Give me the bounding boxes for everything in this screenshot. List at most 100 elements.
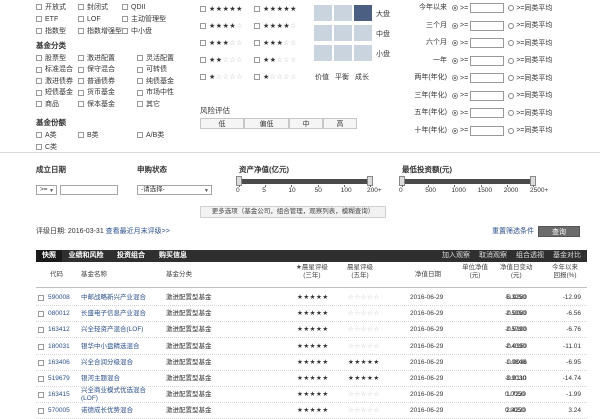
return-input[interactable] bbox=[470, 73, 505, 83]
category-option[interactable]: 保守混合 bbox=[78, 65, 115, 75]
style-box-cell[interactable] bbox=[353, 44, 373, 62]
rating-option[interactable]: ★★★★☆ bbox=[200, 21, 243, 31]
style-box-cell[interactable] bbox=[333, 4, 353, 22]
tab-portfolio[interactable]: 投资组合 bbox=[112, 250, 150, 262]
risk-level-button[interactable]: 高 bbox=[323, 118, 357, 129]
period-filter[interactable]: >= >=同类平均 bbox=[450, 38, 552, 48]
checkbox[interactable] bbox=[78, 101, 84, 107]
fund-type-option[interactable]: 指数型 bbox=[36, 26, 66, 36]
fund-code[interactable]: 590008 bbox=[48, 294, 70, 302]
row-checkbox[interactable] bbox=[38, 327, 44, 334]
table-row[interactable]: 163415 兴全商业模式优选混合 (LOF) 激进配置型基金 ★★★★★ ☆☆☆☆☆ 2… bbox=[36, 387, 587, 404]
fund-type-option[interactable]: 主动管理型 bbox=[122, 14, 166, 24]
fund-code[interactable]: 180031 bbox=[48, 343, 70, 351]
row-checkbox[interactable] bbox=[38, 408, 44, 415]
radio-button[interactable] bbox=[508, 57, 515, 64]
rating-option[interactable]: ★★★★☆ bbox=[254, 21, 297, 31]
category-option[interactable]: 激进债券 bbox=[36, 76, 73, 86]
checkbox[interactable] bbox=[36, 16, 42, 22]
category-option[interactable]: 货币基金 bbox=[78, 88, 115, 98]
rating-option[interactable]: ★★★☆☆ bbox=[254, 38, 297, 48]
radio-button[interactable] bbox=[452, 22, 458, 29]
style-box-cell[interactable] bbox=[313, 44, 333, 62]
style-box-cell[interactable] bbox=[333, 44, 353, 62]
checkbox[interactable] bbox=[137, 89, 143, 96]
radio-button[interactable] bbox=[508, 5, 515, 11]
checkbox[interactable] bbox=[36, 78, 42, 84]
table-row[interactable]: 519679 银河主题混合 激进配置型基金 ★★★★★ ★★★★★ 2016-06-29 3… bbox=[36, 371, 587, 387]
fund-name[interactable]: 长盛电子信息产业混合 bbox=[81, 310, 146, 318]
header-rating-5y[interactable]: 晨星评级 (五年) bbox=[347, 264, 373, 280]
rating-option[interactable]: ★★★☆☆ bbox=[200, 38, 243, 48]
checkbox[interactable] bbox=[36, 101, 42, 107]
checkbox[interactable] bbox=[137, 66, 143, 73]
radio-button[interactable] bbox=[452, 92, 458, 99]
share-class-option[interactable]: A/B类 bbox=[137, 130, 164, 140]
period-filter[interactable]: >= >=同类平均 bbox=[450, 108, 552, 118]
fund-name[interactable]: 兴全商业模式优选混合 (LOF) bbox=[81, 387, 146, 403]
radio-button[interactable] bbox=[508, 92, 515, 99]
fund-code[interactable]: 163415 bbox=[48, 391, 70, 399]
row-checkbox[interactable] bbox=[38, 343, 44, 350]
portfolio-xray-button[interactable]: 组合透视 bbox=[516, 250, 544, 262]
checkbox[interactable] bbox=[200, 6, 206, 12]
category-option[interactable]: 其它 bbox=[137, 99, 160, 109]
fund-compare-button[interactable]: 基金对比 bbox=[553, 250, 581, 262]
checkbox[interactable] bbox=[254, 6, 260, 12]
checkbox[interactable] bbox=[78, 16, 84, 22]
category-option[interactable]: 商品 bbox=[36, 99, 59, 109]
return-input[interactable] bbox=[470, 108, 505, 118]
fund-name[interactable]: 兴全轻资产混合(LOF) bbox=[81, 326, 143, 334]
fund-name[interactable]: 兴全合润分级混合 bbox=[81, 359, 133, 367]
style-box-cell[interactable] bbox=[333, 24, 353, 42]
return-input[interactable] bbox=[470, 38, 505, 48]
checkbox[interactable] bbox=[122, 16, 128, 22]
checkbox[interactable] bbox=[78, 132, 84, 138]
return-input[interactable] bbox=[470, 55, 505, 66]
radio-button[interactable] bbox=[452, 127, 458, 134]
checkbox[interactable] bbox=[78, 55, 84, 61]
table-row[interactable]: 163406 兴全合润分级混合 激进配置型基金 ★★★★★ ★★★★★ 2016-06-2… bbox=[36, 355, 587, 371]
recent-rating-link[interactable]: 查看最近月末评级>> bbox=[106, 228, 170, 235]
rating-option[interactable]: ★☆☆☆☆ bbox=[254, 72, 297, 82]
category-option[interactable]: 灵活配置 bbox=[137, 53, 174, 63]
period-filter[interactable]: >= >=同类平均 bbox=[450, 20, 552, 31]
radio-button[interactable] bbox=[452, 110, 458, 116]
tab-performance-risk[interactable]: 业绩和风险 bbox=[64, 250, 108, 262]
row-checkbox[interactable] bbox=[38, 311, 44, 318]
checkbox[interactable] bbox=[78, 89, 84, 96]
category-option[interactable]: 标准混合 bbox=[36, 65, 73, 75]
row-checkbox[interactable] bbox=[38, 376, 44, 382]
establish-op-select[interactable]: >= ▼ bbox=[36, 185, 57, 195]
query-button[interactable]: 查询 bbox=[538, 226, 580, 237]
rating-option[interactable]: ★★★★★ bbox=[200, 4, 243, 14]
rating-option[interactable]: ★★★★★ bbox=[254, 4, 297, 14]
rating-option[interactable]: ★☆☆☆☆ bbox=[200, 72, 243, 82]
category-option[interactable]: 普通债券 bbox=[78, 76, 115, 86]
share-class-option[interactable]: A类 bbox=[36, 130, 57, 140]
period-filter[interactable]: >= >=同类平均 bbox=[450, 125, 552, 136]
checkbox[interactable] bbox=[78, 28, 84, 34]
fund-code[interactable]: 080012 bbox=[48, 310, 70, 318]
checkbox[interactable] bbox=[200, 23, 206, 29]
radio-button[interactable] bbox=[452, 40, 458, 46]
remove-watch-button[interactable]: 取消观察 bbox=[479, 250, 507, 262]
fund-type-option[interactable]: 中小盘 bbox=[122, 26, 152, 36]
checkbox[interactable] bbox=[36, 144, 42, 150]
checkbox[interactable] bbox=[137, 101, 143, 107]
radio-button[interactable] bbox=[508, 110, 515, 116]
fund-type-option[interactable]: QDII bbox=[122, 2, 145, 12]
category-option[interactable]: 短债基金 bbox=[36, 88, 73, 98]
return-input[interactable] bbox=[470, 90, 505, 101]
more-options-button[interactable]: 更多选项（基金公司，组合管理，观察列表，模糊查询） bbox=[200, 206, 386, 218]
fund-type-option[interactable]: 封闭式 bbox=[78, 2, 108, 12]
radio-button[interactable] bbox=[452, 5, 458, 11]
radio-button[interactable] bbox=[452, 57, 458, 64]
share-class-option[interactable]: C类 bbox=[36, 142, 57, 152]
checkbox[interactable] bbox=[254, 23, 260, 29]
fund-name[interactable]: 银河主题混合 bbox=[81, 375, 120, 383]
fund-name[interactable]: 银华中小盘精选混合 bbox=[81, 343, 140, 351]
fund-type-option[interactable]: LOF bbox=[78, 14, 101, 24]
return-input[interactable] bbox=[470, 20, 505, 31]
checkbox[interactable] bbox=[200, 74, 206, 80]
